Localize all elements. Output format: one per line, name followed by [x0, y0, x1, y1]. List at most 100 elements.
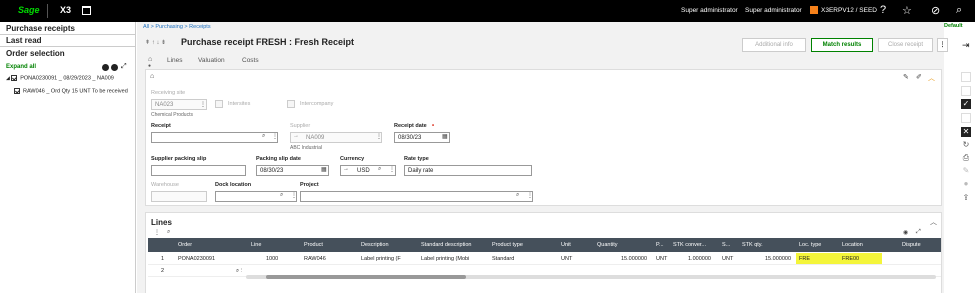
previous-icon[interactable]	[102, 64, 109, 71]
cell-standard-description[interactable]: Label printing (Mobi	[421, 256, 469, 262]
search-icon[interactable]: ⌕ ⋮	[236, 268, 242, 275]
cell-order[interactable]: PONA0230091	[178, 256, 215, 262]
col-dispute[interactable]: Dispute	[902, 242, 921, 248]
more-icon[interactable]: ⋮	[154, 229, 160, 236]
pen-icon[interactable]: ✐	[916, 73, 922, 81]
receipt-field[interactable]	[151, 132, 278, 143]
cell-location[interactable]: FRE00	[842, 256, 859, 262]
cell-description[interactable]: Label printing (F	[361, 256, 401, 262]
help-icon[interactable]: ?	[880, 4, 886, 16]
calendar-icon[interactable]	[82, 6, 91, 15]
home-icon[interactable]: ⌂	[148, 56, 152, 63]
tab-costs[interactable]: Costs	[242, 57, 259, 64]
arrow-icon[interactable]: →	[293, 133, 299, 139]
copy-icon[interactable]	[961, 86, 971, 96]
user-name[interactable]: Super administrator	[745, 7, 802, 14]
col-product-type[interactable]: Product type	[492, 242, 523, 248]
more-icon[interactable]: ⋮	[200, 101, 206, 108]
expand-icon[interactable]: ⤢	[121, 63, 127, 71]
database-icon[interactable]: ◉	[903, 229, 908, 236]
cell-product[interactable]: RAW046	[304, 256, 326, 262]
more-icon[interactable]: ⋮	[527, 192, 533, 199]
search-icon[interactable]: ⌕	[167, 229, 170, 236]
checkbox[interactable]	[11, 75, 18, 81]
app-name[interactable]: X3	[60, 5, 71, 15]
cell-s[interactable]: UNT	[722, 256, 733, 262]
last-read-link[interactable]: Last read	[6, 36, 42, 45]
more-icon[interactable]: ⋮	[376, 133, 382, 140]
cell-stk-conversion[interactable]: 1.000000	[688, 256, 711, 262]
receiving-site-field[interactable]: NA023	[151, 99, 207, 110]
col-line[interactable]: Line	[251, 242, 261, 248]
search-icon[interactable]: ⌕	[262, 133, 265, 140]
search-icon[interactable]: ⌕	[280, 192, 283, 199]
cell-quantity[interactable]: 15.000000	[621, 256, 647, 262]
warehouse-field[interactable]	[151, 191, 207, 202]
table-row[interactable]: 1 PONA0230091 1000 RAW046 Label printing…	[148, 253, 941, 265]
arrow-icon[interactable]: →	[343, 166, 349, 172]
cell-unit[interactable]: UNT	[561, 256, 572, 262]
horizontal-scrollbar[interactable]	[246, 275, 936, 279]
supplier-field[interactable]: NA009	[290, 132, 382, 143]
match-results-button[interactable]: Match results	[811, 38, 873, 52]
col-stk-conversion[interactable]: STK conver...	[673, 242, 706, 248]
col-loc-type[interactable]: Loc. type	[799, 242, 821, 248]
rate-type-select[interactable]: Daily rate	[404, 165, 532, 176]
cell-loc-type[interactable]: FRE	[799, 256, 810, 262]
col-stk-qty[interactable]: STK qty.	[742, 242, 763, 248]
col-product[interactable]: Product	[304, 242, 323, 248]
breadcrumb[interactable]: All > Purchasing > Receipts	[143, 24, 211, 30]
col-standard-description[interactable]: Standard description	[421, 242, 471, 248]
collapse-icon[interactable]: ︿	[928, 73, 935, 83]
sage-logo[interactable]: Sage	[18, 5, 40, 15]
more-icon[interactable]: ⋮	[291, 192, 297, 199]
user-role[interactable]: Super administrator	[681, 7, 738, 14]
record-navigation-icons[interactable]: ⇞ ↑ ↓ ⇟	[145, 39, 166, 46]
star-icon[interactable]: ☆	[902, 4, 912, 17]
col-s[interactable]: S...	[722, 242, 730, 248]
compass-icon[interactable]: ⊘	[931, 4, 940, 17]
col-location[interactable]: Location	[842, 242, 863, 248]
col-p[interactable]: P...	[656, 242, 664, 248]
col-order[interactable]: Order	[178, 242, 192, 248]
refresh-icon[interactable]: ↻	[961, 140, 971, 150]
next-icon[interactable]	[111, 64, 118, 71]
edit-icon[interactable]: ✎	[903, 73, 909, 81]
col-unit[interactable]: Unit	[561, 242, 571, 248]
purchase-receipts-link[interactable]: Purchase receipts	[6, 24, 75, 33]
col-quantity[interactable]: Quantity	[597, 242, 617, 248]
cell-product-type[interactable]: Standard	[492, 256, 514, 262]
calendar-icon[interactable]: ▦	[321, 166, 327, 173]
cell-stk-qty[interactable]: 15.000000	[765, 256, 791, 262]
search-icon[interactable]: ⌕	[378, 166, 381, 173]
attachment-icon[interactable]: ✎	[961, 166, 971, 176]
more-actions-icon[interactable]: ⋮	[937, 38, 948, 52]
expand-icon[interactable]: ⤢	[916, 229, 921, 236]
cell-p[interactable]: UNT	[656, 256, 667, 262]
cancel-icon[interactable]	[961, 113, 971, 123]
export-icon[interactable]: ⇪	[961, 193, 971, 203]
expand-all-link[interactable]: Expand all	[6, 64, 36, 70]
intersites-checkbox[interactable]	[215, 100, 223, 108]
intercompany-checkbox[interactable]	[287, 100, 295, 108]
new-icon[interactable]	[961, 72, 971, 82]
save-icon[interactable]: ✓	[961, 99, 971, 109]
checkbox[interactable]	[14, 88, 20, 94]
search-icon[interactable]: ⌕	[956, 4, 962, 17]
order-selection-title[interactable]: Order selection	[6, 49, 65, 58]
environment-selector[interactable]: X3ERPV12 / SEED	[821, 7, 877, 14]
home-icon[interactable]: ⌂	[150, 73, 154, 80]
tree-child-item[interactable]: RAW046 _ Ord Qty 15 UNT To be received	[14, 88, 128, 94]
close-receipt-button[interactable]: Close receipt	[878, 38, 933, 52]
slip-date-field[interactable]: 08/30/23	[256, 165, 329, 176]
more-icon[interactable]: ⋮	[389, 166, 395, 173]
exit-icon[interactable]: ⇥	[962, 40, 970, 51]
more-icon[interactable]: ⋮	[272, 133, 278, 140]
project-field[interactable]	[300, 191, 533, 202]
delete-icon[interactable]: ✕	[961, 127, 971, 137]
dock-location-field[interactable]	[215, 191, 297, 202]
tab-lines[interactable]: Lines	[167, 57, 183, 64]
tab-valuation[interactable]: Valuation	[198, 57, 225, 64]
calendar-icon[interactable]: ▦	[442, 133, 448, 140]
additional-info-button[interactable]: Additional info	[742, 38, 806, 52]
